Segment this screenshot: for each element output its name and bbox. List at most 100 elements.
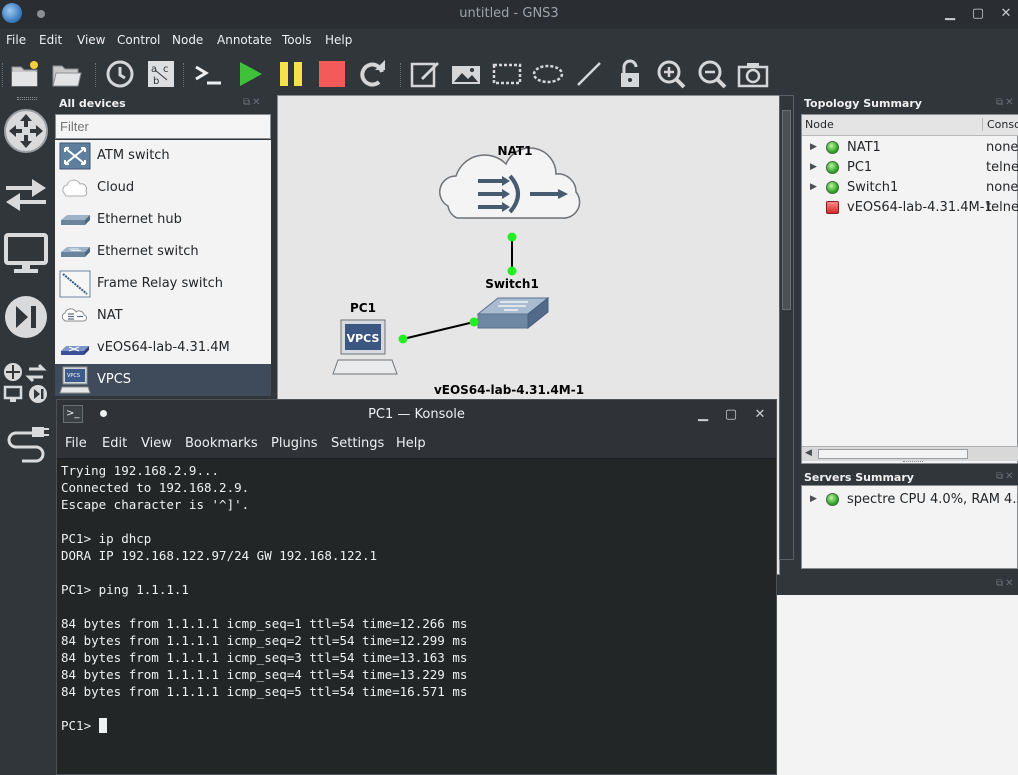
- stop-all-icon[interactable]: [316, 58, 348, 90]
- add-link-icon[interactable]: [2, 423, 50, 471]
- cloud-icon: [62, 179, 88, 197]
- column-header-console[interactable]: Conso: [982, 118, 1018, 131]
- device-item-frame-relay-switch[interactable]: Frame Relay switch: [55, 268, 271, 300]
- scrollbar-thumb[interactable]: [818, 449, 968, 459]
- nat1-arrowheads: [502, 176, 510, 212]
- konsole-menu-edit[interactable]: Edit: [102, 436, 127, 451]
- topology-row-veos[interactable]: vEOS64-lab-4.31.4M-1 telnet: [802, 198, 1018, 218]
- column-header-node[interactable]: Node: [805, 118, 834, 131]
- dock-float-close-buttons[interactable]: ⧉✕: [996, 471, 1016, 482]
- topology-horizontal-scrollbar[interactable]: ◀: [802, 446, 1018, 461]
- nat1-node[interactable]: [439, 147, 581, 219]
- all-devices-category-icon[interactable]: [2, 361, 50, 405]
- device-item-nat[interactable]: NAT: [55, 300, 271, 332]
- link-pc1-switch1[interactable]: [402, 321, 475, 340]
- lock-items-icon[interactable]: [614, 58, 646, 90]
- zoom-out-icon[interactable]: [696, 58, 728, 90]
- screenshot-icon[interactable]: [737, 58, 769, 90]
- switch1-front-face: [477, 313, 529, 329]
- add-note-icon[interactable]: [409, 58, 441, 90]
- konsole-menu-file[interactable]: File: [65, 436, 87, 451]
- device-item-vpcs[interactable]: VPCS VPCS: [55, 364, 271, 396]
- routers-category-icon[interactable]: [2, 107, 50, 155]
- console-dock-header: ⧉✕: [778, 575, 1018, 595]
- menu-annotate[interactable]: Annotate: [217, 33, 272, 47]
- topology-row-pc1[interactable]: ▶ PC1 telnet: [802, 158, 1018, 178]
- konsole-menu-view[interactable]: View: [141, 436, 172, 451]
- expand-arrow-icon[interactable]: ▶: [810, 142, 817, 152]
- switch1-node[interactable]: [476, 296, 550, 330]
- menu-control[interactable]: Control: [117, 33, 160, 47]
- expand-arrow-icon[interactable]: ▶: [810, 182, 817, 192]
- draw-ellipse-icon[interactable]: [532, 58, 564, 90]
- end-devices-category-icon[interactable]: [2, 229, 50, 277]
- console-all-icon[interactable]: [192, 58, 224, 90]
- switch1-label[interactable]: Switch1: [485, 277, 539, 291]
- expand-arrow-icon[interactable]: ▶: [810, 162, 817, 172]
- device-item-ethernet-hub[interactable]: Ethernet hub: [55, 204, 271, 236]
- scrollbar-thumb[interactable]: [782, 110, 791, 310]
- konsole-close-button[interactable]: ✕: [750, 405, 770, 425]
- device-filter-input[interactable]: [55, 114, 271, 139]
- dock-splitter[interactable]: [903, 461, 923, 462]
- maximize-button[interactable]: ▢: [968, 4, 988, 24]
- konsole-menu-bookmarks[interactable]: Bookmarks: [185, 436, 258, 451]
- draw-line-icon[interactable]: [573, 58, 605, 90]
- konsole-minimize-button[interactable]: ▁: [693, 405, 713, 425]
- terminal-output[interactable]: Trying 192.168.2.9... Connected to 192.16…: [61, 462, 773, 774]
- devices-dock-title: All devices: [59, 97, 126, 110]
- dock-float-close-buttons[interactable]: ⧉✕: [996, 97, 1016, 108]
- menu-tools[interactable]: Tools: [282, 33, 312, 47]
- main-toolbar: acb: [0, 53, 1018, 93]
- terminal-prompt-line[interactable]: PC1>: [61, 717, 773, 734]
- konsole-menu-settings[interactable]: Settings: [331, 436, 384, 451]
- start-all-icon[interactable]: [234, 58, 266, 90]
- device-item-cloud[interactable]: Cloud: [55, 172, 271, 204]
- scroll-left-arrow-icon[interactable]: ◀: [805, 448, 812, 458]
- konsole-menu-help[interactable]: Help: [396, 436, 426, 451]
- konsole-maximize-button[interactable]: ▢: [721, 405, 741, 425]
- open-project-icon[interactable]: [9, 58, 41, 90]
- device-item-veos[interactable]: vEOS64-lab-4.31.4M: [55, 332, 271, 364]
- security-devices-category-icon[interactable]: [2, 293, 50, 341]
- rail-grip[interactable]: [17, 97, 37, 100]
- veos-node-label[interactable]: vEOS64-lab-4.31.4M-1: [434, 383, 584, 397]
- dock-float-close-buttons[interactable]: ⧉✕: [243, 97, 263, 108]
- nat1-label[interactable]: NAT1: [498, 144, 533, 158]
- device-item-atm-switch[interactable]: ATM switch: [55, 140, 271, 172]
- menu-view[interactable]: View: [77, 33, 105, 47]
- snapshot-clock-icon[interactable]: [104, 58, 136, 90]
- reload-all-icon[interactable]: [357, 58, 389, 90]
- menu-node[interactable]: Node: [172, 33, 203, 47]
- status-started-icon: [826, 141, 839, 154]
- canvas-vertical-scrollbar[interactable]: [779, 95, 794, 560]
- close-button[interactable]: ✕: [996, 4, 1016, 24]
- suspend-all-icon[interactable]: [275, 58, 307, 90]
- switches-category-icon[interactable]: [2, 168, 50, 216]
- dock-float-close-buttons[interactable]: ⧉✕: [996, 578, 1016, 589]
- draw-rectangle-icon[interactable]: [491, 58, 523, 90]
- konsole-window[interactable]: >_ PC1 — Konsole ▁ ▢ ✕ File Edit View Bo…: [56, 399, 777, 775]
- device-item-ethernet-switch[interactable]: Ethernet switch: [55, 236, 271, 268]
- minimize-button[interactable]: ▁: [940, 4, 960, 24]
- topology-row-switch1[interactable]: ▶ Switch1 none: [802, 178, 1018, 198]
- konsole-menu-plugins[interactable]: Plugins: [271, 436, 318, 451]
- servers-summary-tree: ▶ spectre CPU 4.0%, RAM 4.5%: [801, 485, 1018, 569]
- open-folder-icon[interactable]: [50, 58, 82, 90]
- device-list: ATM switch Cloud Ethernet hub Ethernet s…: [55, 140, 271, 396]
- pc1-label[interactable]: PC1: [350, 301, 376, 315]
- menu-edit[interactable]: Edit: [39, 33, 62, 47]
- insert-picture-icon[interactable]: [450, 58, 482, 90]
- expand-arrow-icon[interactable]: ▶: [810, 494, 817, 504]
- menu-file[interactable]: File: [6, 33, 26, 47]
- link-endpoint-status: [398, 334, 408, 344]
- vpcs-icon: VPCS: [59, 366, 91, 394]
- devices-dock: All devices ⧉✕ ATM switch Cloud Ethernet…: [55, 93, 272, 398]
- topology-row-nat1[interactable]: ▶ NAT1 none: [802, 138, 1018, 158]
- server-row[interactable]: ▶ spectre CPU 4.0%, RAM 4.5%: [802, 490, 1018, 510]
- pc1-node[interactable]: VPCS: [332, 319, 398, 375]
- menu-help[interactable]: Help: [325, 33, 352, 47]
- show-interface-labels-icon[interactable]: a cb: [145, 58, 177, 90]
- zoom-in-icon[interactable]: [655, 58, 687, 90]
